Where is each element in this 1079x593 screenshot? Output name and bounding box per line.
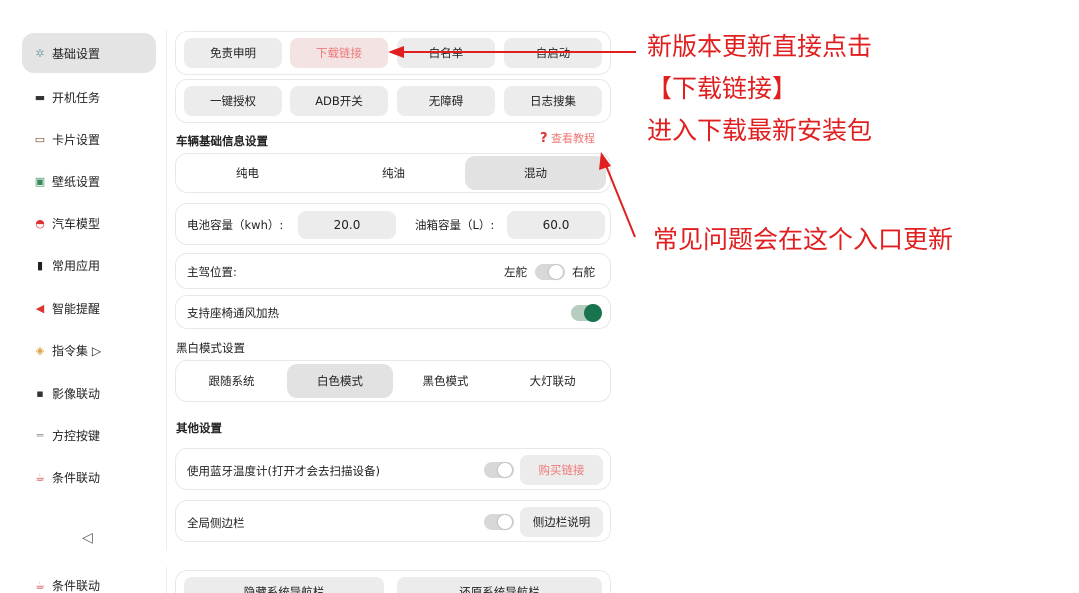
- annotation-line-1: 新版本更新直接点击: [647, 32, 873, 61]
- arrowhead-tutorial: [599, 152, 611, 170]
- annotation-arrows: [388, 46, 636, 238]
- annotation-line-3: 进入下载最新安装包: [647, 116, 873, 145]
- annotation-line-2: 【下载链接】: [647, 74, 798, 103]
- arrowhead-download: [388, 46, 404, 58]
- annotation-line-4: 常见问题会在这个入口更新: [653, 225, 954, 254]
- arrow-to-tutorial: [604, 162, 636, 238]
